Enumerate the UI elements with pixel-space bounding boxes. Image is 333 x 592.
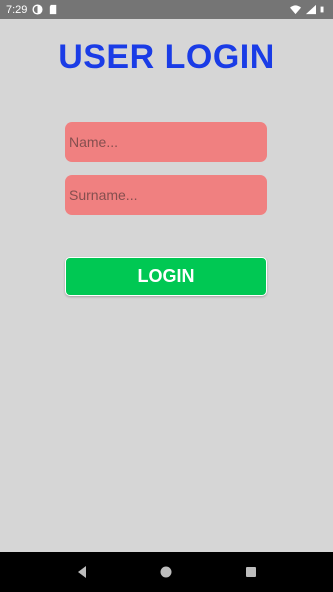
login-screen: 7:29 USER LOGIN LOGIN	[0, 0, 333, 592]
navigation-bar	[0, 552, 333, 592]
name-field[interactable]	[65, 122, 267, 162]
page-title: USER LOGIN	[58, 38, 275, 76]
app-notification-icon	[32, 4, 43, 15]
back-icon	[78, 566, 87, 578]
back-button[interactable]	[67, 557, 97, 587]
surname-field[interactable]	[65, 175, 267, 215]
status-bar: 7:29	[0, 0, 333, 19]
signal-icon	[305, 4, 316, 15]
battery-icon	[320, 6, 324, 13]
wifi-icon	[290, 5, 301, 15]
home-button[interactable]	[151, 557, 181, 587]
status-time: 7:29	[6, 3, 28, 16]
login-button[interactable]: LOGIN	[65, 257, 267, 296]
name-input[interactable]	[69, 122, 267, 162]
sd-card-icon	[50, 4, 57, 15]
surname-input[interactable]	[69, 175, 267, 215]
recents-button[interactable]	[236, 557, 266, 587]
recents-icon	[245, 567, 256, 577]
home-icon	[160, 566, 172, 578]
